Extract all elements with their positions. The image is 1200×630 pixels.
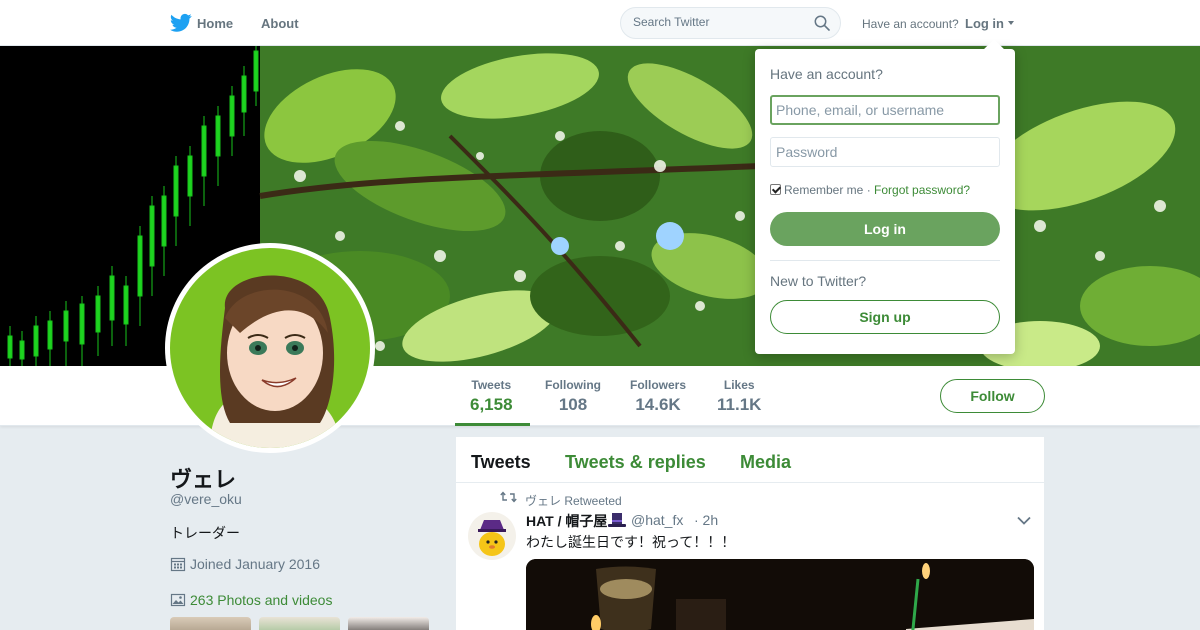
image-icon <box>170 593 186 607</box>
profile-avatar[interactable] <box>165 243 375 453</box>
stat-label: Tweets <box>471 378 512 392</box>
timeline: Tweets Tweets & replies Media ヴェレ Retwee… <box>456 437 1044 630</box>
retweet-icon <box>500 491 517 503</box>
stat-label: Following <box>545 378 601 392</box>
username-field[interactable] <box>770 95 1000 125</box>
profile-joined: Joined January 2016 <box>170 556 320 572</box>
avatar-illustration <box>170 248 370 448</box>
new-to-twitter-label: New to Twitter? <box>770 273 867 289</box>
stat-value: 108 <box>558 395 588 414</box>
remember-row: Remember me · Forgot password? <box>770 183 970 197</box>
tweet-author-handle[interactable]: @hat_fx <box>631 512 683 528</box>
remember-me-label[interactable]: Remember me <box>784 183 863 197</box>
profile-handle[interactable]: @vere_oku <box>170 491 242 507</box>
chevron-down-icon[interactable] <box>1017 516 1031 525</box>
follow-button[interactable]: Follow <box>940 379 1045 413</box>
timeline-tabs: Tweets Tweets & replies Media <box>456 437 1044 483</box>
profile-name[interactable]: ヴェレ <box>170 462 236 494</box>
search-box[interactable] <box>620 7 841 39</box>
login-button[interactable]: Log in <box>770 212 1000 246</box>
have-account-label: Have an account? <box>862 17 959 31</box>
tweet-text: わたし誕生日です！祝って！！！ <box>526 534 736 550</box>
divider <box>770 260 1000 261</box>
top-navigation: Home About Have an account? Log in <box>0 0 1200 46</box>
author-name-text[interactable]: HAT / 帽子屋 <box>526 513 607 529</box>
profile-bio: トレーダー <box>170 525 240 541</box>
search-input[interactable] <box>633 15 813 29</box>
photo-thumbnail[interactable] <box>348 617 429 630</box>
active-stat-indicator <box>455 423 530 426</box>
caret-down-icon[interactable] <box>1008 21 1014 25</box>
search-icon[interactable] <box>814 15 830 31</box>
forgot-password-link[interactable]: Forgot password? <box>874 183 970 197</box>
stat-likes[interactable]: Likes 11.1K <box>717 378 761 415</box>
separator: · <box>863 183 875 197</box>
stat-value: 14.6K <box>635 395 681 414</box>
photos-text[interactable]: 263 Photos and videos <box>190 592 332 608</box>
twitter-bird-icon[interactable] <box>170 13 192 33</box>
stat-tweets[interactable]: Tweets 6,158 <box>470 378 513 415</box>
remember-me-checkbox[interactable] <box>770 184 781 195</box>
nav-home-link[interactable]: Home <box>197 16 233 31</box>
avatar-illustration <box>468 512 516 560</box>
tab-tweets-and-replies[interactable]: Tweets & replies <box>565 452 706 473</box>
signup-button[interactable]: Sign up <box>770 300 1000 334</box>
stat-value: 6,158 <box>470 395 513 414</box>
nav-about-link[interactable]: About <box>261 16 299 31</box>
joined-text: Joined January 2016 <box>190 556 320 572</box>
photos-and-videos-link[interactable]: 263 Photos and videos <box>170 592 332 608</box>
stat-followers[interactable]: Followers 14.6K <box>630 378 686 415</box>
stat-value: 11.1K <box>717 395 762 414</box>
tweet-author-name[interactable]: HAT / 帽子屋 <box>526 511 627 531</box>
retweet-context[interactable]: ヴェレ Retweeted <box>525 492 622 509</box>
dropdown-title: Have an account? <box>770 66 883 82</box>
stat-label: Followers <box>630 378 687 392</box>
stat-following[interactable]: Following 108 <box>545 378 601 415</box>
tweet-media-image[interactable] <box>526 559 1034 630</box>
birthday-photo <box>526 559 1034 630</box>
photo-thumbnail[interactable] <box>170 617 251 630</box>
photo-thumbnail[interactable] <box>259 617 340 630</box>
top-hat-icon <box>608 513 627 527</box>
tab-tweets[interactable]: Tweets <box>471 452 531 473</box>
stat-label: Likes <box>723 378 755 392</box>
calendar-icon <box>170 557 186 572</box>
tab-media[interactable]: Media <box>740 452 791 473</box>
login-menu-toggle[interactable]: Log in <box>965 16 1004 31</box>
login-dropdown: Have an account? Remember me · Forgot pa… <box>755 39 1015 354</box>
tweet-timestamp[interactable]: · 2h <box>694 512 718 528</box>
tweet-author-avatar[interactable] <box>468 512 516 560</box>
password-field[interactable] <box>770 137 1000 167</box>
